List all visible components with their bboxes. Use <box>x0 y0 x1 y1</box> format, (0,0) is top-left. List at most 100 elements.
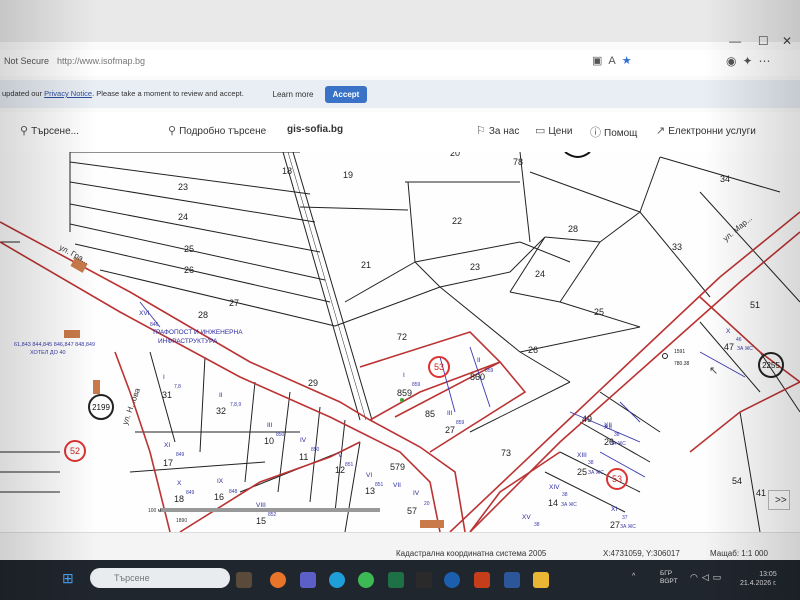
parcel-number[interactable]: 579 <box>390 462 405 472</box>
black-circle-marker[interactable]: 2199 <box>88 394 114 420</box>
parcel-number[interactable]: 21 <box>361 260 371 270</box>
parcel-number[interactable]: 32 <box>216 406 226 416</box>
url-text[interactable]: http://www.isofmap.bg <box>57 56 145 66</box>
parcel-number[interactable]: 18 <box>174 494 184 504</box>
about-link[interactable]: ⚐ За нас <box>476 124 519 137</box>
taskbar-search-input[interactable] <box>90 568 230 588</box>
red-circle-marker[interactable]: 52 <box>64 440 86 462</box>
help-link[interactable]: ⓘ Помощ <box>590 124 637 140</box>
parcel-number[interactable]: 859 <box>397 388 412 398</box>
close-icon[interactable]: ✕ <box>782 34 792 48</box>
cadastral-map[interactable]: 22 23 24 25 26 27 28 29 19 20 78 18 22 2… <box>0 152 800 532</box>
parcel-number[interactable]: 28 <box>198 310 208 320</box>
parcel-number[interactable]: 22 <box>452 216 462 226</box>
learn-more-button[interactable]: Learn more <box>264 86 322 102</box>
parcel-number[interactable]: 23 <box>470 262 480 272</box>
detailed-search-link[interactable]: ⚲ Подробно търсене <box>168 124 266 137</box>
parcel-number[interactable]: 860 <box>470 372 485 382</box>
privacy-link[interactable]: Privacy Notice <box>44 89 92 98</box>
maximize-icon[interactable]: ☐ <box>758 34 769 48</box>
accept-button[interactable]: Accept <box>325 86 367 103</box>
menu-icon[interactable]: ⋯ <box>759 54 777 68</box>
firefox-icon[interactable] <box>270 572 286 588</box>
teams-icon[interactable] <box>300 572 316 588</box>
clock[interactable]: 13:05 21.4.2026 г. <box>740 570 777 588</box>
extensions-icon[interactable]: ✦ <box>742 54 758 68</box>
parcel-number[interactable]: 34 <box>720 174 730 184</box>
parcel-number[interactable]: 13 <box>365 486 375 496</box>
parcel-number[interactable]: 10 <box>264 436 274 446</box>
parcel-number[interactable]: 41 <box>756 488 766 498</box>
parcel-number[interactable]: 25 <box>184 244 194 254</box>
profile-icon[interactable]: ◉ <box>726 54 742 68</box>
parcel-number[interactable]: 28 <box>568 224 578 234</box>
excel-icon[interactable] <box>388 572 404 588</box>
parcel-number[interactable]: 47 <box>724 342 734 352</box>
legend-toggle-button[interactable]: >> <box>768 490 790 510</box>
window-controls[interactable]: — ☐ ✕ <box>729 34 792 48</box>
red-circle-marker[interactable]: 53 <box>606 468 628 490</box>
battery-icon[interactable]: ▭ <box>713 572 726 582</box>
parcel-number[interactable]: 23 <box>178 182 188 192</box>
parcel-number[interactable]: 27 <box>610 520 620 530</box>
parcel-number[interactable]: 12 <box>335 465 345 475</box>
parcel-number[interactable]: 49 <box>582 414 592 424</box>
address-bar[interactable]: Not Secure http://www.isofmap.bg ▣A★ ◉✦⋯ <box>0 50 800 76</box>
parcel-number[interactable]: 14 <box>548 498 558 508</box>
parcel-number[interactable]: 27 <box>229 298 239 308</box>
volume-icon[interactable]: ◁ <box>702 572 713 582</box>
parcel-number[interactable]: 16 <box>214 492 224 502</box>
minimize-icon[interactable]: — <box>729 34 741 48</box>
parcel-number[interactable]: 85 <box>425 409 435 419</box>
address-bar-icons[interactable]: ▣A★ <box>592 54 638 67</box>
parcel-number[interactable]: 33 <box>672 242 682 252</box>
parcel-number[interactable]: 25 <box>594 307 604 317</box>
favorite-star-icon[interactable]: ★ <box>622 55 638 67</box>
parcel-number[interactable]: 51 <box>750 300 760 310</box>
hp-icon[interactable] <box>444 572 460 588</box>
tray-icons[interactable]: ◠◁▭ <box>690 572 725 583</box>
windows-start-icon[interactable]: ⊞ <box>62 570 78 586</box>
language-indicator[interactable]: БГР BGPT <box>660 570 678 586</box>
parcel-number[interactable]: 24 <box>535 269 545 279</box>
parcel-number[interactable]: 11 <box>299 452 308 462</box>
parcel-number[interactable]: 72 <box>397 332 407 342</box>
services-link[interactable]: ↗ Електронни услуги <box>656 124 756 137</box>
toolbar-icons[interactable]: ◉✦⋯ <box>726 54 777 68</box>
black-circle-marker[interactable]: 2255 <box>758 352 784 378</box>
parcel-number[interactable]: 29 <box>308 378 318 388</box>
parcel-number[interactable]: 19 <box>343 170 353 180</box>
red-circle-marker[interactable]: 53 <box>428 356 450 378</box>
parcel-number[interactable]: 27 <box>445 425 455 435</box>
parcel-number[interactable]: 31 <box>162 390 172 400</box>
search-link[interactable]: ⚲ Търсене... <box>20 124 79 137</box>
parcel-number[interactable]: 26 <box>184 265 194 275</box>
app-icon[interactable] <box>416 572 432 588</box>
parcel-number[interactable]: 54 <box>732 476 742 486</box>
widgets-icon[interactable] <box>236 572 252 588</box>
edge-icon[interactable] <box>329 572 345 588</box>
parcel-number[interactable]: 20 <box>450 152 460 158</box>
reader-icon[interactable]: ▣ <box>592 55 608 67</box>
word-icon[interactable] <box>504 572 520 588</box>
prices-link[interactable]: ▭ Цени <box>535 124 572 137</box>
chrome-icon[interactable] <box>358 572 374 588</box>
parcel-number[interactable]: 17 <box>163 458 173 468</box>
parcel-number[interactable]: 78 <box>513 157 523 167</box>
file-explorer-icon[interactable] <box>533 572 549 588</box>
parcel-number[interactable]: 26 <box>528 345 538 355</box>
parcel-number[interactable]: 25 <box>577 467 587 477</box>
parcel-number[interactable]: 15 <box>256 516 266 526</box>
security-indicator[interactable]: Not Secure <box>4 56 49 66</box>
brand-logo[interactable]: gis-sofia.bg <box>287 124 343 135</box>
parcel-number[interactable]: 24 <box>178 212 188 222</box>
parcel-number[interactable]: 73 <box>501 448 511 458</box>
parcel-number[interactable]: 57 <box>407 506 417 516</box>
wifi-icon[interactable]: ◠ <box>690 572 702 582</box>
translate-icon[interactable]: A <box>608 55 621 67</box>
tray-chevron-icon[interactable]: ^ <box>632 573 635 580</box>
powerpoint-icon[interactable] <box>474 572 490 588</box>
map-scale[interactable]: Мащаб: 1:1 000 <box>710 549 768 558</box>
parcel-number[interactable]: 18 <box>282 166 292 176</box>
parcel-number[interactable]: 22 <box>178 152 188 154</box>
